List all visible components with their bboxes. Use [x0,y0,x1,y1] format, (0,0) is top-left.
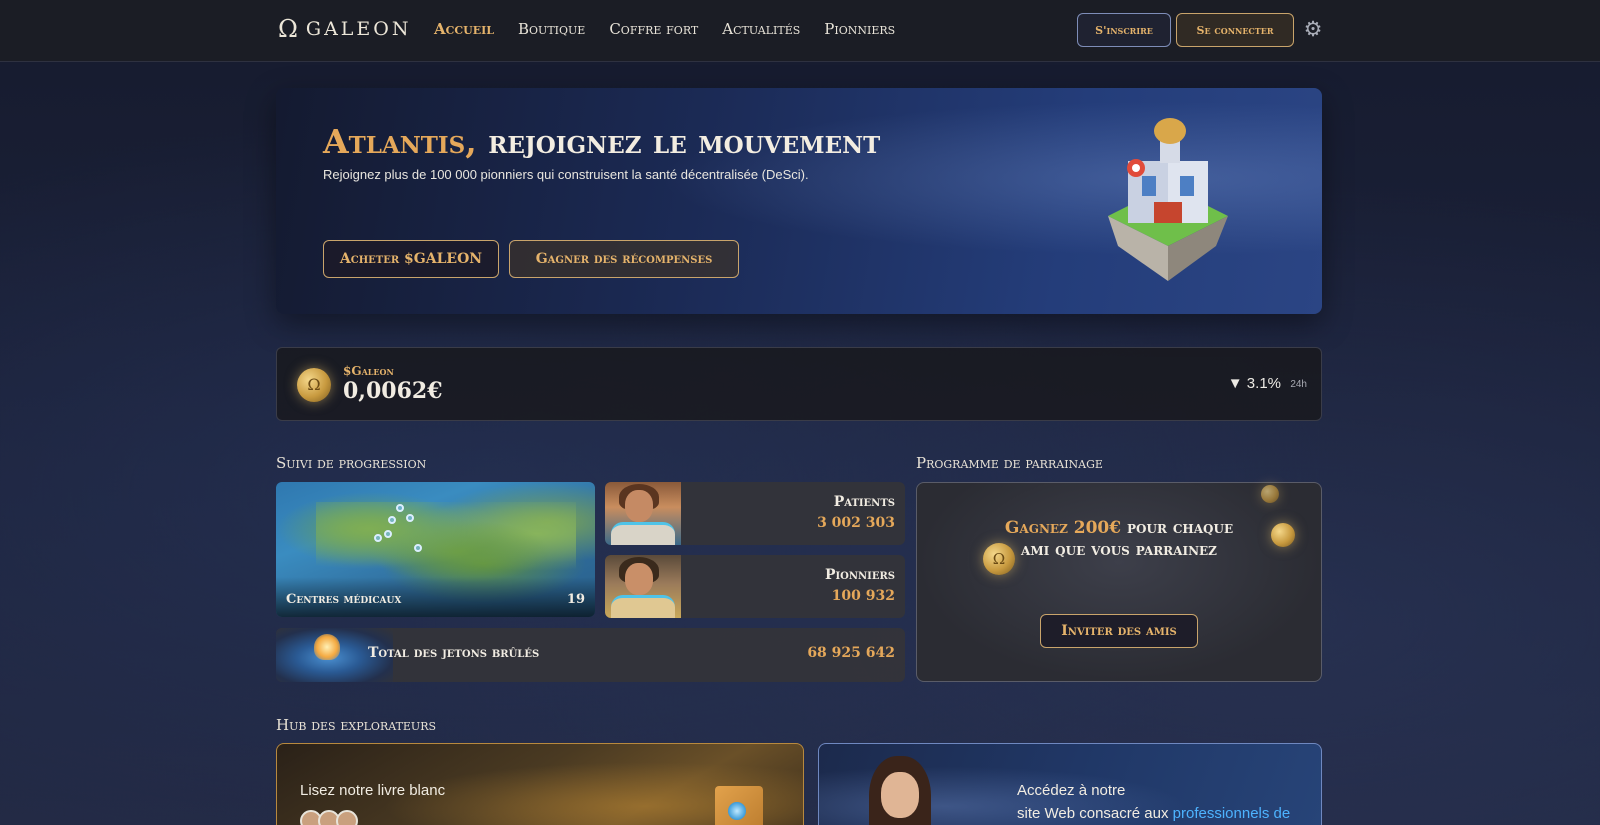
referral-amount: Gagnez 200€ [1004,518,1122,538]
patients-label: Patients [833,494,895,510]
top-navbar: Ω GALEON Accueil Boutique Coffre fort Ac… [0,0,1600,62]
galeon-coin-icon: Ω [297,368,331,402]
patient-avatar [605,482,681,545]
avatar [336,810,358,825]
burned-tokens-tile: Total des jetons brûlés 68 925 642 [276,628,905,682]
whitepaper-card[interactable]: Lisez notre livre blanc [276,743,804,825]
reader-avatars [300,810,358,825]
avatar-armor [611,595,675,618]
map-pin-icon [384,530,392,538]
nav-item-actualites[interactable]: Actualités [722,20,800,38]
patients-value: 3 002 303 [817,515,895,531]
referral-panel: Ω Gagnez 200€ pour chaque ami que vous p… [916,482,1322,682]
pioneers-value: 100 932 [831,588,895,604]
burned-tokens-label: Total des jetons brûlés [368,645,540,661]
site-text-line-1: Accédez à notre [1017,782,1126,799]
nav-item-pionniers[interactable]: Pionniers [824,20,895,38]
brand-name: GALEON [305,18,412,40]
professionals-site-text: Accédez à notre site Web consacré aux pr… [1017,780,1290,825]
avatar-armor [611,522,675,545]
omega-logo-icon: Ω [278,15,298,43]
medical-centers-label: Centres médicaux [286,592,402,607]
nav-item-boutique[interactable]: Boutique [518,20,585,38]
map-pin-icon [388,516,396,524]
floating-island-illustration [1108,118,1228,281]
patients-tile: Patients 3 002 303 [605,482,905,545]
hub-section-title: Hub des explorateurs [276,716,437,734]
coin-icon [1271,523,1295,547]
avatar-face [625,490,653,522]
token-price: 0,0062€ [343,378,443,404]
professionals-site-card[interactable]: Accédez à notre site Web consacré aux pr… [818,743,1322,825]
medical-centers-count: 19 [566,592,585,607]
token-period: 24h [1290,379,1307,390]
token-label: $Galeon [343,364,394,378]
hero-title-rest: rejoignez le mouvement [476,122,881,161]
gear-icon[interactable]: ⚙ [1302,19,1324,41]
medical-centers-tile[interactable]: Centres médicaux 19 [276,482,595,617]
signup-button[interactable]: S'inscrire [1077,13,1171,47]
doctor-avatar [865,756,935,825]
professionals-link[interactable]: professionnels de [1173,805,1291,822]
token-change: ▼ 3.1% [1227,375,1281,392]
nav-item-coffre-fort[interactable]: Coffre fort [609,20,698,38]
login-button[interactable]: Se connecter [1176,13,1294,47]
hero-subtitle: Rejoignez plus de 100 000 pionniers qui … [323,167,809,182]
whitepaper-book-icon [715,786,763,825]
hero-title: Atlantis, rejoignez le mouvement [323,122,880,161]
whitepaper-text: Lisez notre livre blanc [300,782,446,799]
hero-title-accent: Atlantis, [323,122,477,161]
main-nav: Accueil Boutique Coffre fort Actualités … [434,20,895,38]
site-text-line-2: site Web consacré aux [1017,804,1173,822]
avatar-face [881,772,919,818]
pioneers-label: Pionniers [824,567,895,583]
progress-section-title: Suivi de progression [276,454,427,472]
book-gem [728,802,746,820]
map-pin-icon [396,504,404,512]
buy-galeon-button[interactable]: Acheter $GALEON [323,240,499,278]
hero-banner: Atlantis, rejoignez le mouvement Rejoign… [276,88,1322,314]
galeon-logo[interactable]: Ω GALEON [278,17,412,41]
coin-icon [1261,485,1279,503]
earn-rewards-button[interactable]: Gagner des récompenses [509,240,739,278]
burned-tokens-value: 68 925 642 [807,645,895,661]
nav-item-accueil[interactable]: Accueil [434,20,494,38]
fire-icon [314,634,340,660]
pioneer-avatar [605,555,681,618]
avatar-face [625,563,653,595]
token-price-panel: Ω $Galeon 0,0062€ ▼ 3.1% 24h [276,347,1322,421]
referral-section-title: Programme de parrainage [916,454,1103,472]
invite-friends-button[interactable]: Inviter des amis [1040,614,1198,648]
map-pin-icon [414,544,422,552]
pioneers-tile: Pionniers 100 932 [605,555,905,618]
referral-text: Gagnez 200€ pour chaque ami que vous par… [999,517,1239,561]
map-pin-icon [406,514,414,522]
map-pin-icon [374,534,382,542]
